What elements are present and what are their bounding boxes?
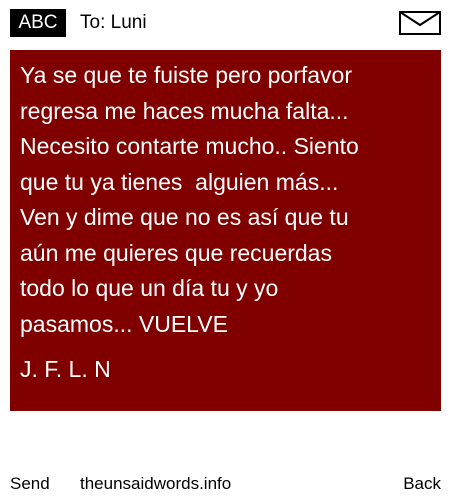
recipient-label: To: Luni xyxy=(80,12,147,33)
site-link[interactable]: theunsaidwords.info xyxy=(80,474,231,494)
send-button[interactable]: Send xyxy=(10,474,50,494)
envelope-icon[interactable] xyxy=(399,11,441,35)
message-body: Ya se que te fuiste pero porfavor regres… xyxy=(20,62,359,337)
header-bar: ABC To: Luni xyxy=(0,0,450,46)
message-signature: J. F. L. N xyxy=(20,356,111,382)
back-button[interactable]: Back xyxy=(403,474,441,494)
message-card: Ya se que te fuiste pero porfavor regres… xyxy=(10,50,441,411)
abc-badge: ABC xyxy=(10,9,66,37)
